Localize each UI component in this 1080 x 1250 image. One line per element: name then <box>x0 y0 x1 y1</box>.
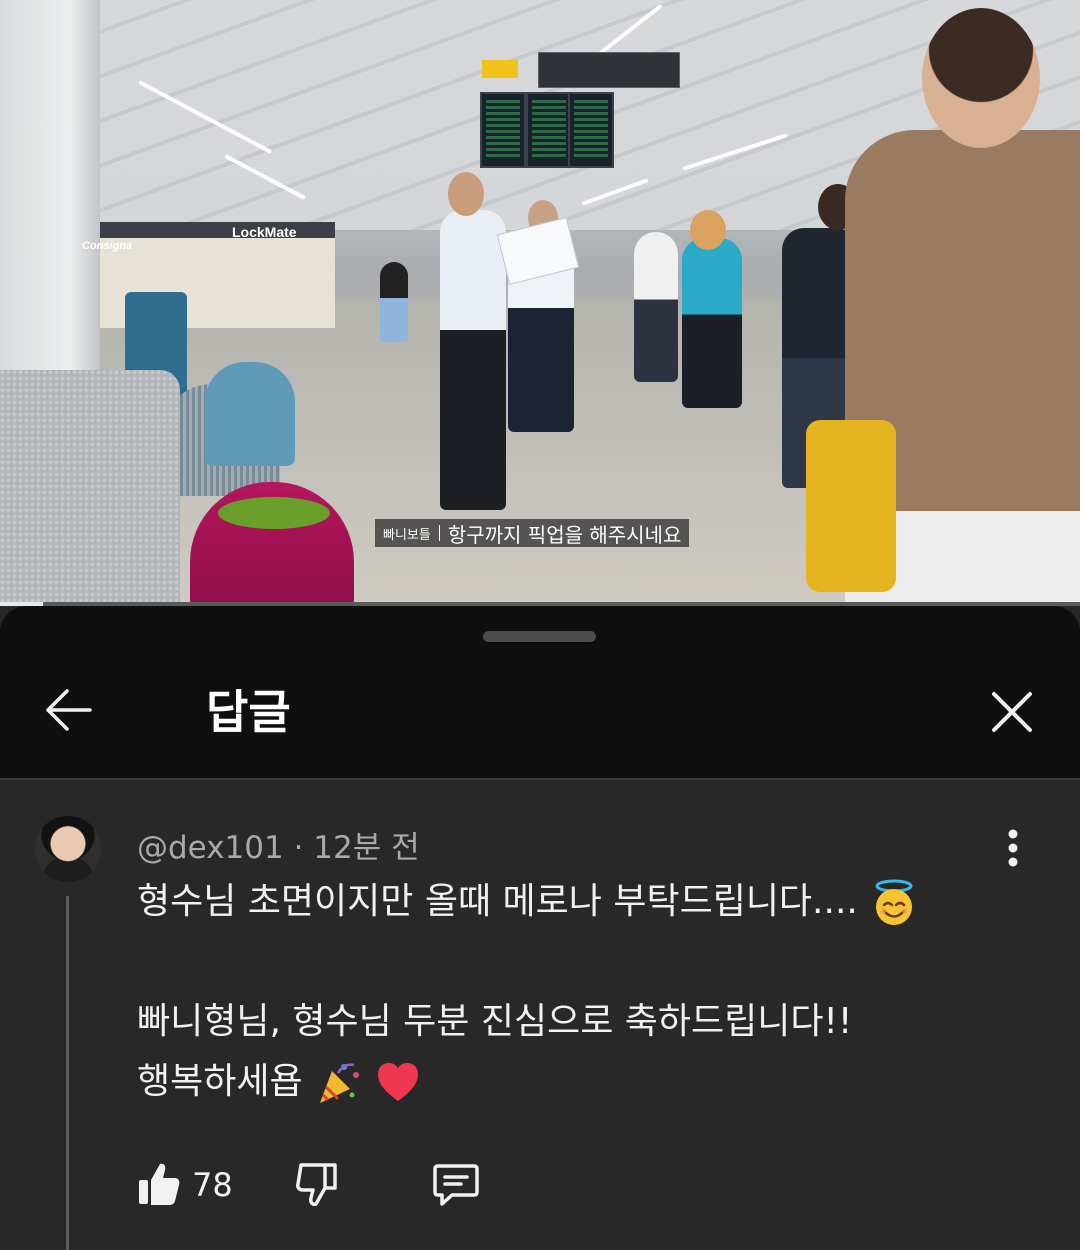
comment-line: 형수님 초면이지만 올때 메로나 부탁드립니다.... <box>137 872 1037 932</box>
person-pilot <box>440 210 506 510</box>
comment-actions: 78 <box>137 1160 537 1216</box>
thumb-up-icon <box>139 1163 180 1205</box>
comment-icon <box>433 1164 479 1206</box>
party-popper-emoji-icon <box>320 1063 360 1103</box>
consigna-sign-text: Consigna <box>82 240 133 252</box>
reply-button[interactable] <box>432 1162 480 1208</box>
arrivals-sign <box>538 52 680 88</box>
yellow-suitcase <box>806 420 896 592</box>
like-count: 78 <box>192 1166 233 1204</box>
comment-line: 행복하세욥 <box>137 1052 1037 1112</box>
halo-smile-emoji-icon <box>875 879 913 925</box>
sheet-header: 답글 <box>0 606 1080 780</box>
departure-board <box>480 92 526 168</box>
arrow-left-icon <box>46 689 92 731</box>
thumb-down-icon <box>296 1163 337 1206</box>
subtitle-text: 항구까지 픽업을 해주시네요 <box>447 522 682 547</box>
person-blue-shirt <box>682 238 742 408</box>
video-subtitle: 빠니보틀 항구까지 픽업을 해주시네요 <box>375 519 690 547</box>
avatar[interactable] <box>35 816 101 882</box>
like-button[interactable] <box>137 1160 181 1208</box>
thread-line <box>66 896 69 1250</box>
pillar-base <box>0 370 180 606</box>
close-button[interactable] <box>984 684 1040 740</box>
back-button[interactable] <box>40 684 100 736</box>
departure-board <box>568 92 614 168</box>
trash-bin-teal <box>205 362 295 466</box>
comment-text: 형수님 초면이지만 올때 메로나 부탁드립니다.... 빠니형님, 형수님 두분… <box>137 872 1037 1112</box>
close-icon <box>992 692 1032 732</box>
drag-handle[interactable] <box>483 631 596 642</box>
dislike-button[interactable] <box>295 1160 339 1208</box>
pillar <box>0 0 100 380</box>
red-heart-emoji-icon <box>377 1063 418 1101</box>
subtitle-channel: 빠니보틀 <box>383 527 431 543</box>
comment-line: 빠니형님, 형수님 두분 진심으로 축하드립니다!! <box>137 1001 853 1042</box>
more-vert-icon <box>1008 829 1018 867</box>
lockmate-sign-text: LockMate <box>232 224 297 240</box>
video-frame <box>70 0 1080 606</box>
departure-board <box>526 92 572 168</box>
comment-meta[interactable]: @dex101 · 12분 전 <box>137 822 420 867</box>
video-player[interactable]: LockMate Consigna 빠니보틀 항구까지 픽업을 해주시네요 <box>0 0 1080 606</box>
more-options-button[interactable] <box>996 826 1030 870</box>
sheet-title: 답글 <box>206 685 291 739</box>
